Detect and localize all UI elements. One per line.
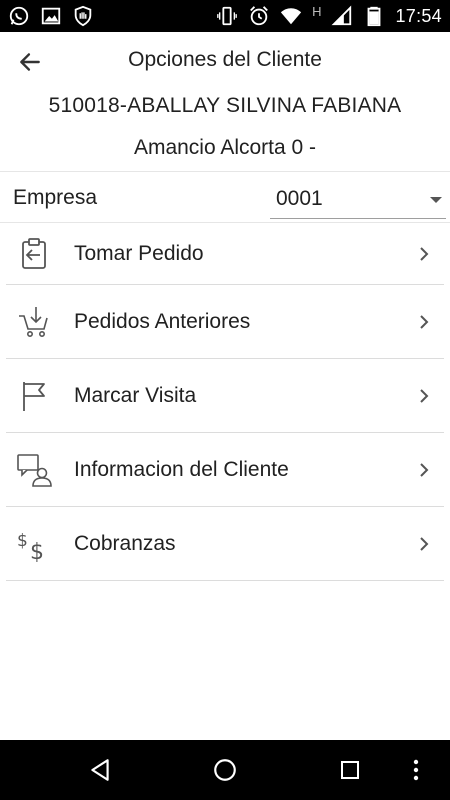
back-triangle-icon — [91, 759, 109, 781]
status-bar: H 17:54 — [0, 0, 450, 32]
nav-recents-button[interactable] — [320, 740, 380, 800]
empresa-row: Empresa 0001 — [0, 173, 450, 223]
menu-item-marcar-visita[interactable]: Marcar Visita — [6, 359, 444, 433]
menu-label-informacion-cliente: Informacion del Cliente — [74, 457, 289, 481]
client-address: Amancio Alcorta 0 - — [133, 136, 317, 159]
nav-home-button[interactable] — [195, 740, 255, 800]
nav-overflow-button[interactable] — [396, 740, 436, 800]
chevron-right-icon — [420, 314, 429, 329]
home-circle-icon — [214, 759, 236, 781]
vibrate-icon — [216, 5, 238, 27]
battery-icon — [363, 5, 385, 27]
menu-item-informacion-cliente[interactable]: Informacion del Cliente — [6, 433, 444, 507]
chevron-right-icon — [420, 388, 429, 403]
recents-square-icon — [341, 761, 359, 779]
dropdown-arrow-icon — [430, 197, 442, 203]
menu-label-pedidos-anteriores: Pedidos Anteriores — [74, 309, 251, 333]
flag-icon — [14, 376, 54, 416]
system-nav-bar — [0, 740, 450, 800]
person-chat-icon — [14, 450, 54, 490]
status-left-icons — [8, 5, 94, 27]
app-header: Opciones del Cliente 510018-ABALLAY SILV… — [0, 32, 450, 172]
menu-item-cobranzas[interactable]: $ $ Cobranzas — [6, 507, 444, 581]
menu-item-pedidos-anteriores[interactable]: Pedidos Anteriores — [6, 285, 444, 359]
menu-item-tomar-pedido[interactable]: Tomar Pedido — [6, 224, 444, 285]
menu-label-cobranzas: Cobranzas — [74, 531, 176, 555]
signal-icon — [331, 5, 353, 27]
empresa-value: 0001 — [276, 187, 323, 210]
nav-back-button[interactable] — [70, 740, 130, 800]
menu-label-marcar-visita: Marcar Visita — [74, 383, 197, 407]
alarm-icon — [248, 5, 270, 27]
empresa-dropdown[interactable]: 0001 — [270, 179, 446, 219]
image-icon — [40, 5, 62, 27]
dollar-icon: $ $ — [14, 524, 54, 564]
network-type-indicator: H — [312, 3, 322, 19]
options-menu: Tomar Pedido Pedidos Anteriores Marcar V… — [6, 224, 444, 581]
wifi-icon — [280, 5, 302, 27]
svg-text:$: $ — [17, 531, 28, 551]
client-name: 510018-ABALLAY SILVINA FABIANA — [48, 94, 402, 117]
empresa-label: Empresa — [13, 186, 98, 209]
cart-download-icon — [14, 302, 54, 342]
page-title: Opciones del Cliente — [128, 48, 322, 71]
overflow-menu-icon — [413, 759, 419, 781]
shield-hand-icon — [72, 5, 94, 27]
menu-label-tomar-pedido: Tomar Pedido — [74, 242, 204, 265]
status-right-icons: H 17:54 — [216, 3, 442, 27]
chevron-right-icon — [420, 247, 429, 261]
chevron-right-icon — [420, 536, 429, 551]
chevron-right-icon — [420, 462, 429, 477]
clipboard-arrow-icon — [14, 234, 54, 274]
status-clock: 17:54 — [395, 5, 442, 26]
whatsapp-icon — [8, 5, 30, 27]
svg-text:$: $ — [30, 540, 44, 562]
